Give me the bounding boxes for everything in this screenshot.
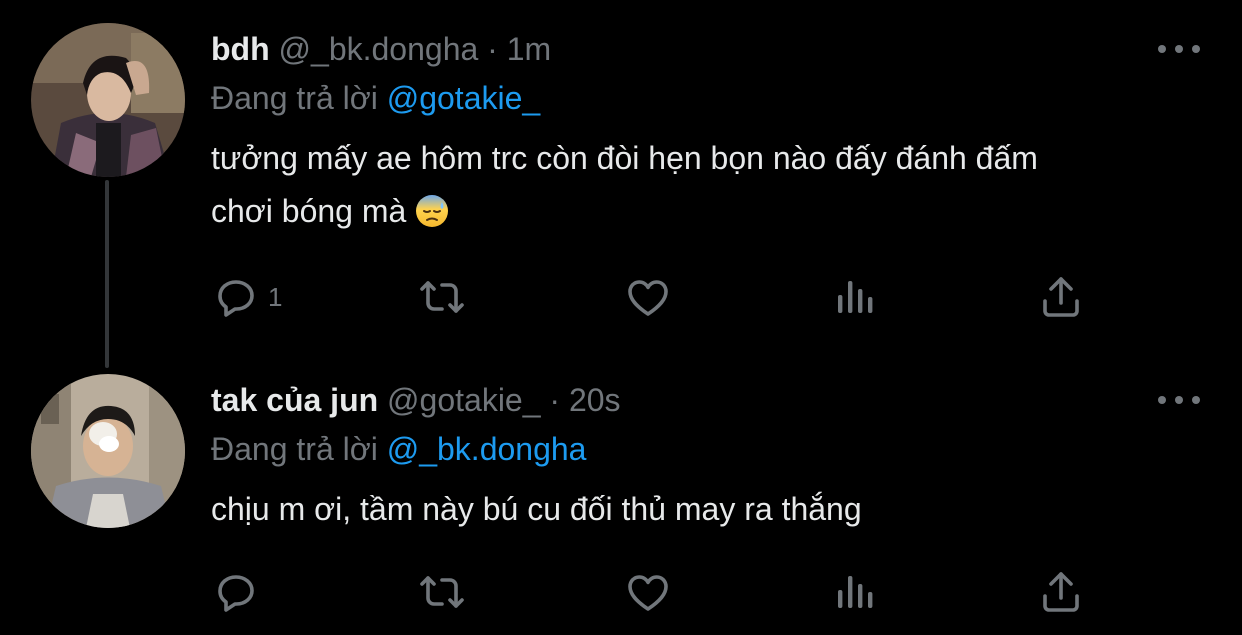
downcast-sweat-emoji-icon: [415, 191, 449, 244]
tweet-text: tưởng mấy ae hôm trc còn đòi hẹn bọn nào…: [211, 132, 1171, 244]
views-icon: [838, 281, 873, 313]
like-button[interactable]: [624, 267, 672, 327]
like-icon: [628, 280, 668, 316]
tweet-header: bdh @_bk.dongha · 1m: [211, 29, 551, 69]
avatar[interactable]: [31, 23, 185, 177]
reply-mention-link[interactable]: @_bk.dongha: [387, 431, 587, 467]
views-button[interactable]: [832, 267, 880, 327]
reply-mention-link[interactable]: @gotakie_: [387, 80, 540, 116]
like-icon: [628, 575, 668, 611]
timestamp[interactable]: 1m: [507, 31, 551, 67]
tweet-header: tak của jun @gotakie_ · 20s: [211, 380, 621, 420]
more-icon[interactable]: [1158, 394, 1200, 406]
reply-icon: [218, 280, 254, 317]
reply-context: Đang trả lời @_bk.dongha: [211, 429, 586, 469]
display-name[interactable]: tak của jun: [211, 382, 378, 418]
separator: ·: [487, 31, 498, 67]
share-button[interactable]: [1037, 267, 1085, 327]
display-name[interactable]: bdh: [211, 31, 270, 67]
timestamp[interactable]: 20s: [569, 382, 621, 418]
retweet-icon: [420, 576, 464, 608]
reply-prefix: Đang trả lời: [211, 431, 378, 467]
views-icon: [838, 576, 873, 608]
like-button[interactable]: [624, 562, 672, 622]
reply-prefix: Đang trả lời: [211, 80, 378, 116]
tweet-text-line: chịu m ơi, tầm này bú cu đối thủ may ra …: [211, 491, 862, 527]
tweet-text-line: tưởng mấy ae hôm trc còn đòi hẹn bọn nào…: [211, 140, 1038, 176]
retweet-button[interactable]: [418, 562, 466, 622]
reply-button[interactable]: 1: [212, 267, 282, 327]
retweet-icon: [420, 281, 464, 313]
user-handle[interactable]: @gotakie_: [387, 382, 540, 418]
share-icon: [1043, 572, 1079, 612]
views-button[interactable]: [832, 562, 880, 622]
reply-icon: [218, 575, 254, 612]
separator: ·: [549, 382, 561, 418]
tweet-actions: 1: [0, 267, 1242, 327]
reply-count: 1: [268, 281, 283, 312]
share-button[interactable]: [1037, 562, 1085, 622]
share-icon: [1043, 277, 1079, 317]
reply-button[interactable]: [212, 562, 260, 622]
avatar[interactable]: [31, 374, 185, 528]
retweet-button[interactable]: [418, 267, 466, 327]
tweet-text-line: chơi bóng mà: [211, 193, 407, 229]
tweet-text: chịu m ơi, tầm này bú cu đối thủ may ra …: [211, 483, 1171, 536]
tweet-actions: [0, 562, 1242, 622]
more-icon[interactable]: [1158, 43, 1200, 55]
user-handle[interactable]: @_bk.dongha: [279, 31, 479, 67]
reply-context: Đang trả lời @gotakie_: [211, 78, 540, 118]
